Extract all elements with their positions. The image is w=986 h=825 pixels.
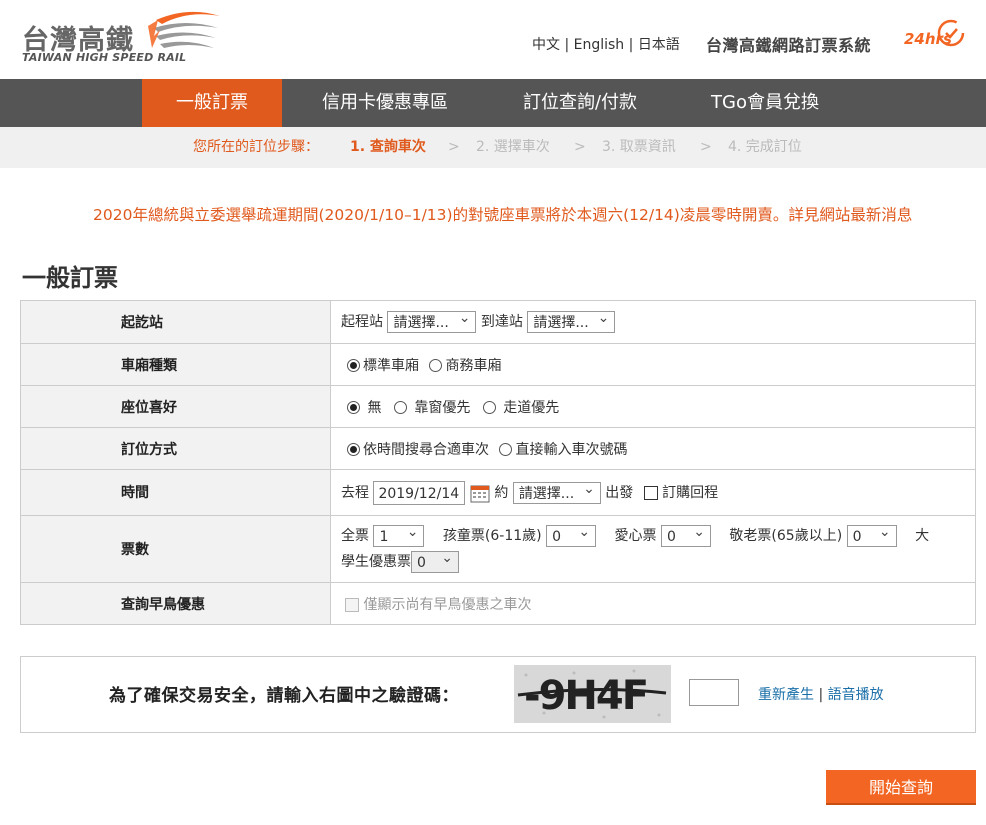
lang-english[interactable]: English bbox=[574, 37, 625, 53]
from-station-select[interactable]: 請選擇... bbox=[387, 307, 477, 333]
step-1-current: 1. 查詢車次 bbox=[350, 139, 426, 155]
station-label: 起訖站 bbox=[20, 300, 331, 344]
senior-ticket-select[interactable]: 0 bbox=[846, 521, 897, 547]
approx-label: 約 bbox=[494, 484, 509, 501]
early-bird-checkbox[interactable] bbox=[345, 597, 359, 612]
booking-method-label: 訂位方式 bbox=[20, 427, 331, 470]
outbound-label: 去程 bbox=[341, 484, 369, 501]
from-station-label: 起程站 bbox=[341, 314, 383, 330]
row-tickets: 票數 全票 1 孩童票(6-11歲) 0 愛心票 0 敬老票(65歲以上) 0 … bbox=[20, 515, 976, 583]
seat-pref-label: 座位喜好 bbox=[20, 385, 331, 428]
seat-window-label: 靠窗優先 bbox=[414, 399, 471, 416]
tickets-label: 票數 bbox=[20, 515, 331, 583]
seat-aisle-radio[interactable] bbox=[482, 401, 496, 414]
steps-label: 您所在的訂位步驟： bbox=[193, 139, 319, 155]
captcha-input[interactable] bbox=[689, 679, 739, 706]
step-separator: > bbox=[448, 139, 460, 155]
system-title: 台灣高鐵網路訂票系統 bbox=[706, 36, 872, 55]
return-trip-checkbox[interactable] bbox=[643, 485, 658, 500]
early-bird-label: 查詢早鳥優惠 bbox=[20, 582, 331, 625]
row-car-type: 車廂種類 標準車廂 商務車廂 bbox=[20, 343, 976, 386]
step-separator: > bbox=[574, 139, 586, 155]
captcha-regenerate-link[interactable]: 重新產生 bbox=[758, 687, 814, 703]
logo-wing-icon bbox=[148, 11, 220, 48]
adult-ticket-select[interactable]: 1 bbox=[373, 521, 425, 547]
search-submit-button[interactable]: 開始查詢 bbox=[826, 770, 976, 805]
nav-credit-card-offers[interactable]: 信用卡優惠專區 bbox=[300, 79, 470, 127]
captcha-label: 為了確保交易安全，請輸入右圖中之驗證碼： bbox=[109, 686, 459, 706]
step-3: 3. 取票資訊 bbox=[602, 139, 676, 155]
captcha-section: 為了確保交易安全，請輸入右圖中之驗證碼： -9H4F 重新產生 | 語音播放 bbox=[20, 656, 976, 733]
captcha-links: 重新產生 | 語音播放 bbox=[758, 684, 884, 704]
step-4: 4. 完成訂位 bbox=[728, 139, 802, 155]
row-station: 起訖站 起程站 請選擇... 到達站 請選擇... bbox=[20, 300, 976, 344]
notice-banner[interactable]: 2020年總統與立委選舉疏運期間(2020/1/10–1/13)的對號座車票將於… bbox=[93, 203, 912, 225]
child-ticket-select[interactable]: 0 bbox=[546, 521, 597, 547]
main-nav: 一般訂票 信用卡優惠專區 訂位查詢/付款 TGo會員兌換 bbox=[0, 79, 986, 127]
car-standard-radio[interactable] bbox=[347, 359, 360, 372]
car-business-radio[interactable] bbox=[429, 359, 443, 372]
step-separator: > bbox=[700, 139, 712, 155]
row-time: 時間 去程 2019/12/14 約 請選擇... 出發 訂購回程 bbox=[20, 469, 976, 516]
captcha-text: -9H4F bbox=[524, 673, 647, 719]
to-station-label: 到達站 bbox=[480, 314, 523, 330]
car-business-label: 商務車廂 bbox=[445, 357, 502, 374]
car-type-label: 車廂種類 bbox=[20, 343, 331, 386]
senior-ticket-label: 敬老票(65歲以上) bbox=[729, 528, 843, 544]
method-by-time-label: 依時間搜尋合適車次 bbox=[363, 441, 489, 458]
seat-aisle-label: 走道優先 bbox=[503, 399, 560, 416]
lang-separator: | bbox=[564, 37, 570, 53]
depart-label: 出發 bbox=[605, 484, 634, 501]
clock-icon bbox=[937, 19, 965, 47]
row-early-bird: 查詢早鳥優惠 僅顯示尚有早鳥優惠之車次 bbox=[20, 582, 976, 625]
disabled-ticket-label: 愛心票 bbox=[614, 528, 657, 544]
page-title: 一般訂票 bbox=[22, 264, 118, 292]
seat-none-label: 無 bbox=[367, 399, 382, 416]
car-standard-label: 標準車廂 bbox=[363, 357, 419, 374]
depart-time-select[interactable]: 請選擇... bbox=[512, 478, 601, 504]
student-ticket-label: 學生優惠票 bbox=[341, 554, 411, 570]
lang-separator: | bbox=[628, 37, 634, 53]
booking-steps: 您所在的訂位步驟： 1. 查詢車次 > 2. 選擇車次 > 3. 取票資訊 > … bbox=[0, 127, 986, 168]
time-label: 時間 bbox=[20, 469, 331, 516]
outbound-date-input[interactable]: 2019/12/14 bbox=[373, 480, 466, 505]
disabled-ticket-select[interactable]: 0 bbox=[660, 521, 711, 547]
captcha-link-separator: | bbox=[818, 687, 824, 703]
step-2: 2. 選擇車次 bbox=[476, 139, 550, 155]
to-station-select[interactable]: 請選擇... bbox=[527, 307, 616, 333]
nav-tgo-redeem[interactable]: TGo會員兌換 bbox=[690, 79, 840, 127]
return-trip-label: 訂購回程 bbox=[662, 484, 719, 501]
early-bird-checkbox-label: 僅顯示尚有早鳥優惠之車次 bbox=[363, 596, 532, 613]
calendar-icon[interactable] bbox=[470, 483, 490, 503]
child-ticket-label: 孩童票(6-11歲) bbox=[442, 528, 542, 544]
captcha-image: -9H4F bbox=[514, 665, 671, 723]
captcha-audio-link[interactable]: 語音播放 bbox=[828, 687, 884, 703]
nav-booking-query-payment[interactable]: 訂位查詢/付款 bbox=[500, 79, 660, 127]
booking-form: 起訖站 起程站 請選擇... 到達站 請選擇... 車廂種類 標準車廂 商務車廂… bbox=[20, 300, 976, 625]
adult-ticket-label: 全票 bbox=[341, 528, 369, 544]
seat-none-radio[interactable] bbox=[347, 401, 360, 414]
seat-window-radio[interactable] bbox=[393, 401, 407, 414]
row-seat-pref: 座位喜好 無 靠窗優先 走道優先 bbox=[20, 385, 976, 428]
student-ticket-select[interactable]: 0 bbox=[411, 547, 459, 573]
nav-general-booking[interactable]: 一般訂票 bbox=[142, 79, 282, 127]
lang-japanese[interactable]: 日本語 bbox=[638, 37, 680, 53]
method-by-time-radio[interactable] bbox=[347, 443, 360, 456]
method-by-train-label: 直接輸入車次號碼 bbox=[515, 441, 628, 458]
header: 台灣高鐵 TAIWAN HIGH SPEED RAIL 中文 | English… bbox=[0, 0, 986, 79]
method-by-train-radio[interactable] bbox=[499, 443, 513, 456]
row-booking-method: 訂位方式 依時間搜尋合適車次 直接輸入車次號碼 bbox=[20, 427, 976, 470]
student-ticket-label-start: 大 bbox=[915, 528, 930, 544]
language-switcher: 中文 | English | 日本語 bbox=[532, 34, 680, 54]
lang-chinese[interactable]: 中文 bbox=[532, 37, 560, 53]
